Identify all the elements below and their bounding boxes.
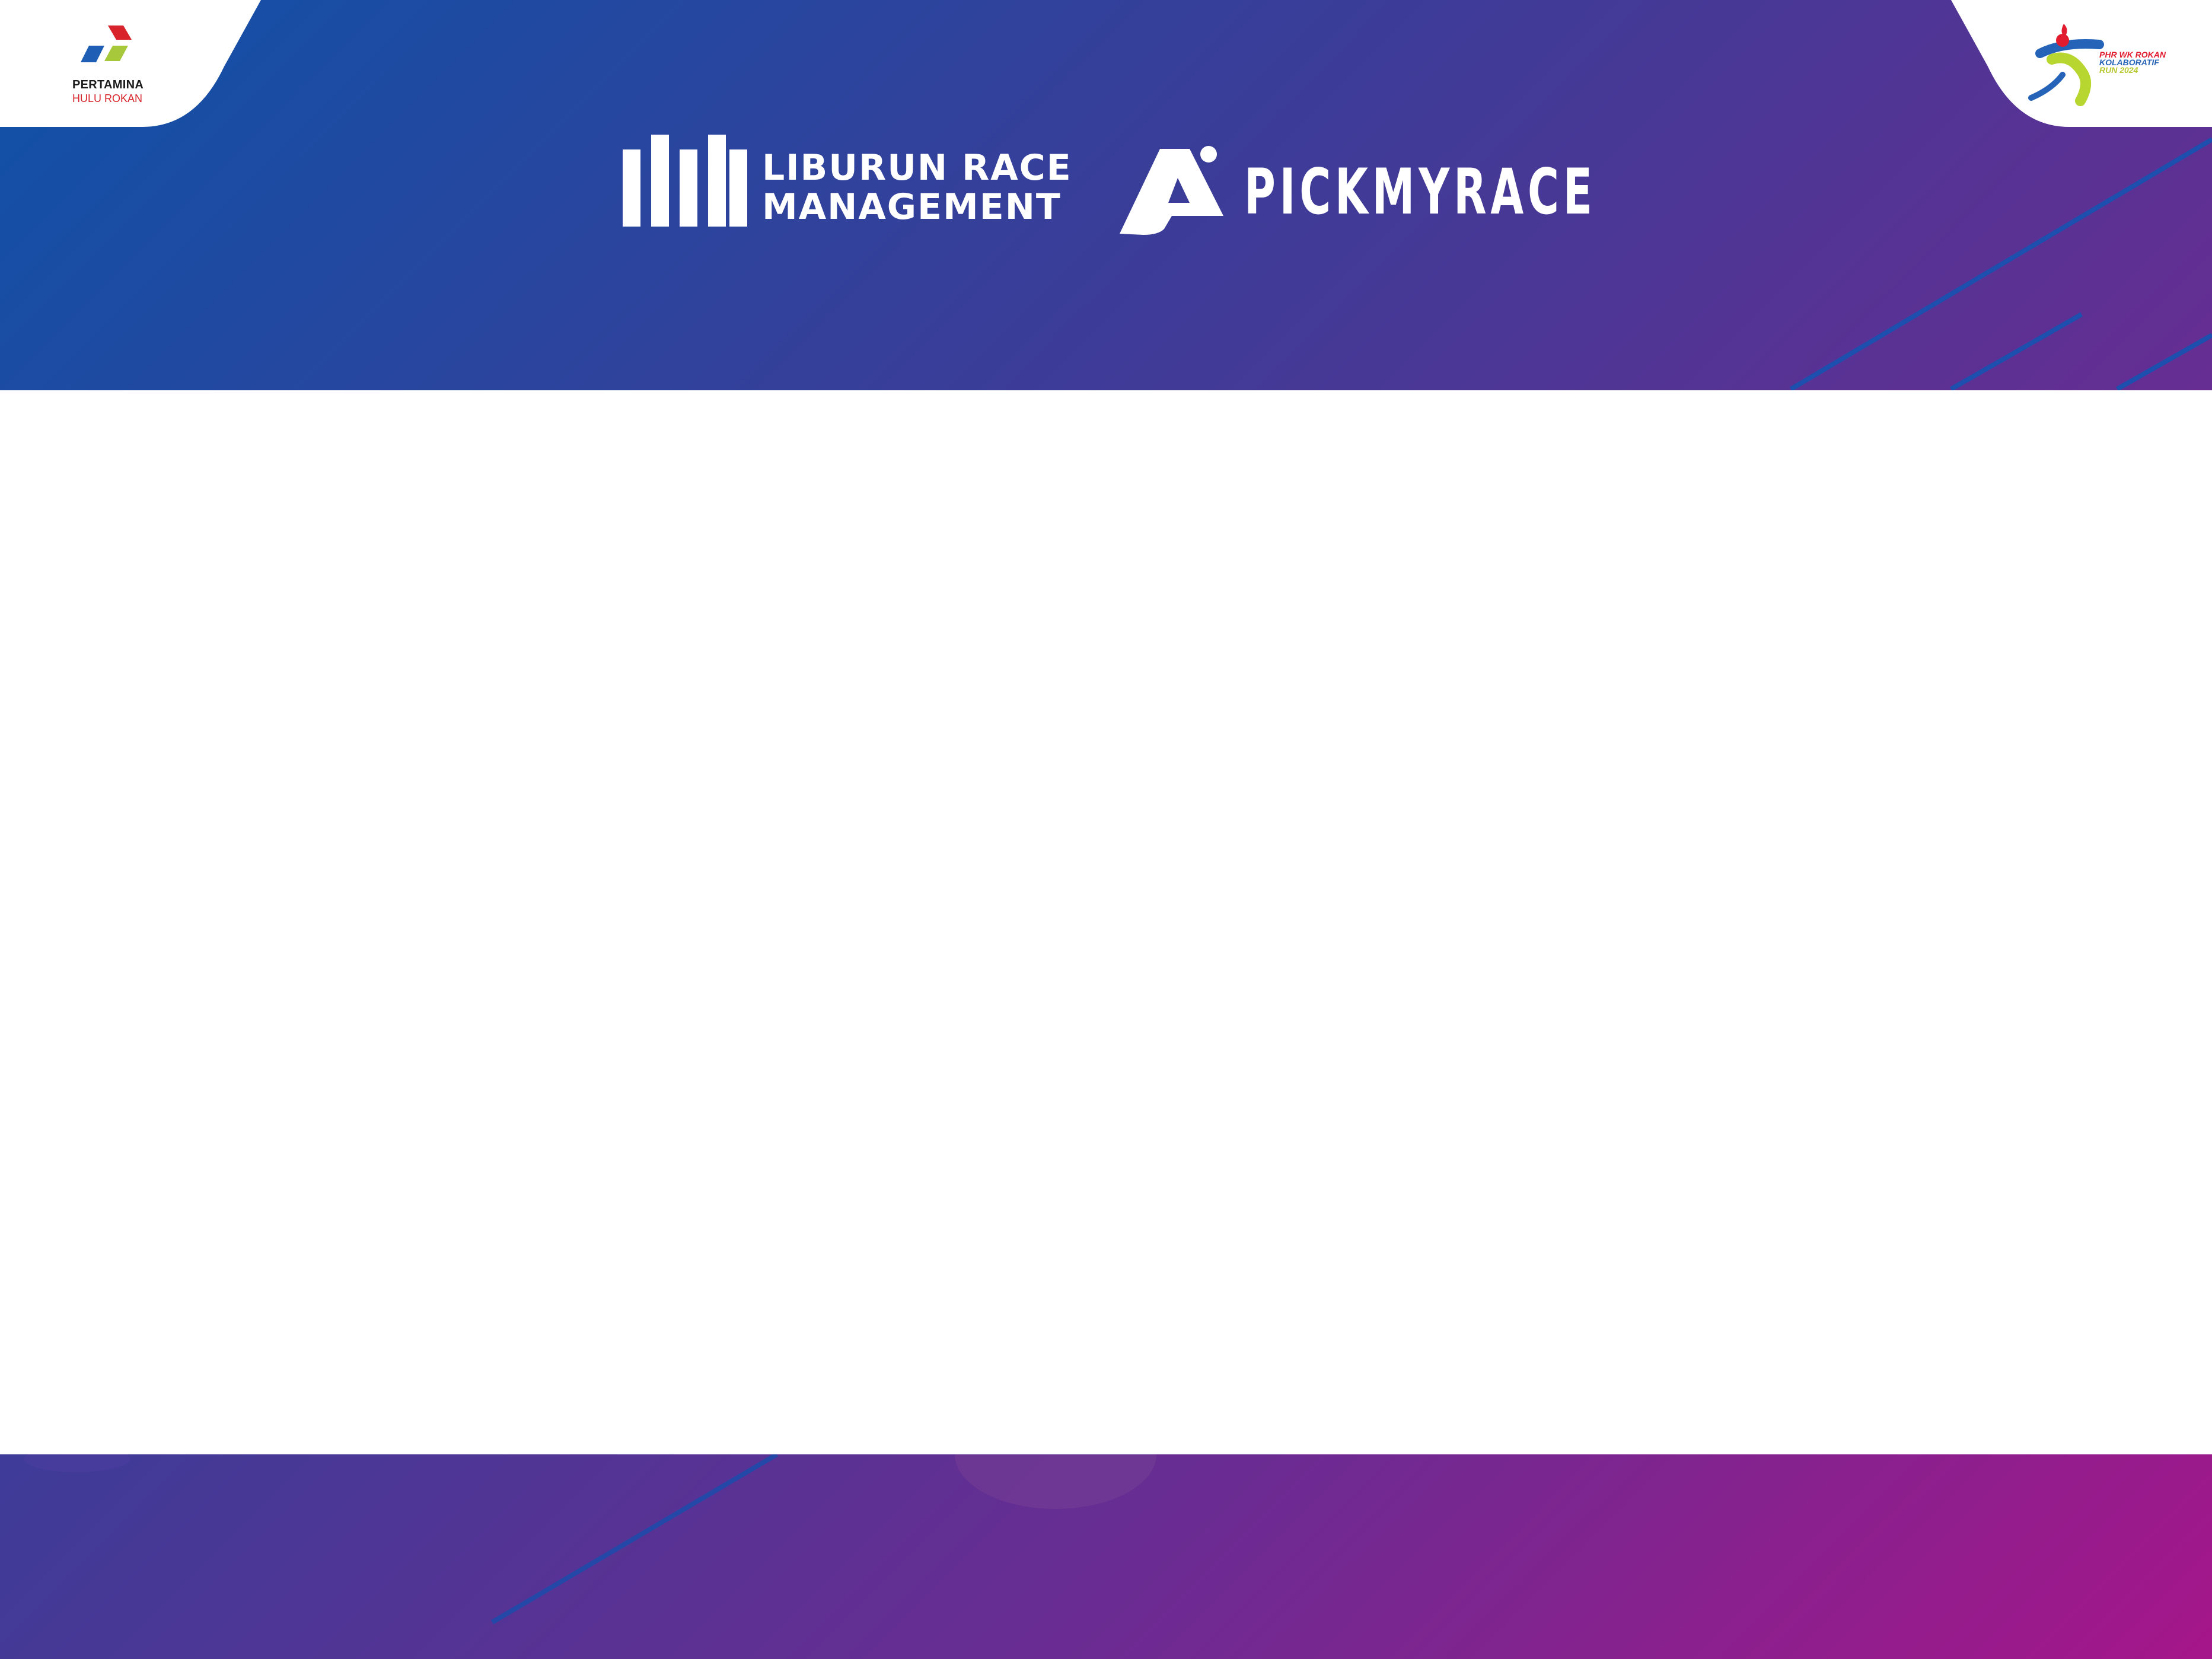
pickmyrace-logo: PICKMYRACE xyxy=(1120,146,1594,241)
pertamina-subtitle: HULU ROKAN xyxy=(72,93,143,104)
blank-content-panel xyxy=(0,390,2212,1454)
pickmyrace-wordmark: PICKMYRACE xyxy=(1244,155,1596,228)
event-logo: PHR WK ROKAN KOLABORATIF RUN 2024 xyxy=(2028,18,2176,113)
pickmyrace-mark-icon xyxy=(1120,146,1223,235)
pertamina-name: PERTAMINA xyxy=(72,78,144,91)
liburun-wordmark: LIBURUN RACE MANAGEMENT xyxy=(762,148,1072,227)
liburun-line1: LIBURUN RACE xyxy=(762,147,1072,189)
liburun-line2: MANAGEMENT xyxy=(762,186,1062,228)
runner-mascot-icon xyxy=(2028,24,2104,106)
pertamina-logo: PERTAMINA HULU ROKAN xyxy=(68,21,145,110)
bar-chart-icon xyxy=(623,135,747,227)
pertamina-logo-icon xyxy=(81,26,132,62)
event-title-line3: RUN 2024 xyxy=(2099,65,2138,75)
event-title: PHR WK ROKAN KOLABORATIF RUN 2024 xyxy=(2099,50,2166,75)
liburun-race-management-logo: LIBURUN RACE MANAGEMENT xyxy=(623,132,1085,233)
